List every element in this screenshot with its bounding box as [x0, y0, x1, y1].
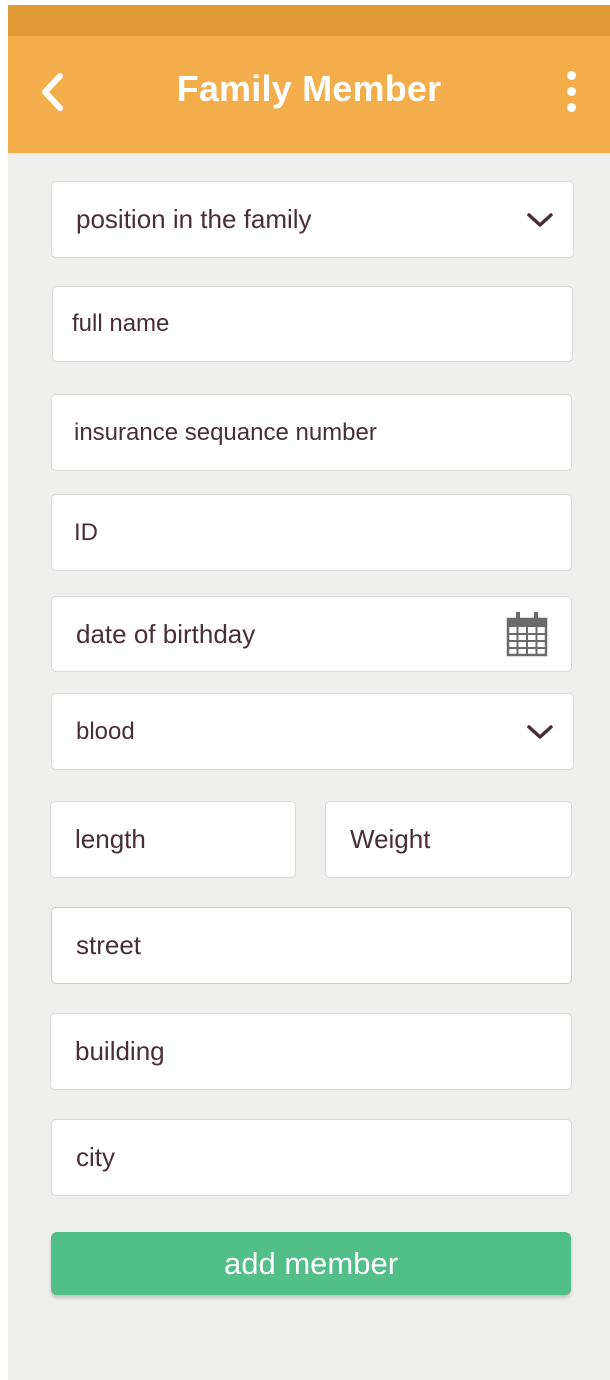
app-bar: Family Member	[8, 36, 610, 153]
id-placeholder: ID	[74, 518, 98, 546]
chevron-left-icon	[42, 73, 63, 111]
insurance-number-field[interactable]: insurance sequance number	[51, 394, 572, 471]
calendar-icon[interactable]	[505, 610, 549, 658]
street-placeholder: street	[76, 930, 142, 960]
building-placeholder: building	[75, 1036, 165, 1066]
chevron-down-icon	[525, 723, 555, 741]
city-placeholder: city	[76, 1142, 115, 1172]
weight-field[interactable]: Weight	[325, 801, 572, 878]
more-options-button[interactable]	[556, 66, 586, 116]
more-vertical-icon	[566, 70, 576, 80]
insurance-number-placeholder: insurance sequance number	[74, 418, 377, 446]
id-field[interactable]: ID	[51, 494, 572, 571]
weight-placeholder: Weight	[350, 824, 431, 854]
screen: Family Member position in the family ful…	[8, 5, 610, 1380]
status-bar	[8, 5, 610, 36]
full-name-placeholder: full name	[72, 310, 170, 337]
position-select[interactable]: position in the family	[51, 181, 574, 258]
chevron-down-icon	[525, 211, 555, 229]
blood-select[interactable]: blood	[51, 693, 574, 770]
birthday-field[interactable]: date of birthday	[51, 596, 572, 672]
building-field[interactable]: building	[50, 1013, 572, 1090]
blood-placeholder: blood	[76, 717, 135, 745]
add-member-button[interactable]: add member	[51, 1232, 571, 1295]
full-name-field[interactable]: full name	[52, 286, 573, 362]
birthday-placeholder: date of birthday	[76, 618, 256, 649]
street-field[interactable]: street	[51, 907, 572, 984]
length-field[interactable]: length	[50, 801, 296, 878]
length-placeholder: length	[75, 824, 146, 854]
page-title: Family Member	[176, 68, 442, 109]
city-field[interactable]: city	[51, 1119, 572, 1196]
position-placeholder: position in the family	[76, 204, 312, 234]
back-button[interactable]	[30, 66, 74, 118]
